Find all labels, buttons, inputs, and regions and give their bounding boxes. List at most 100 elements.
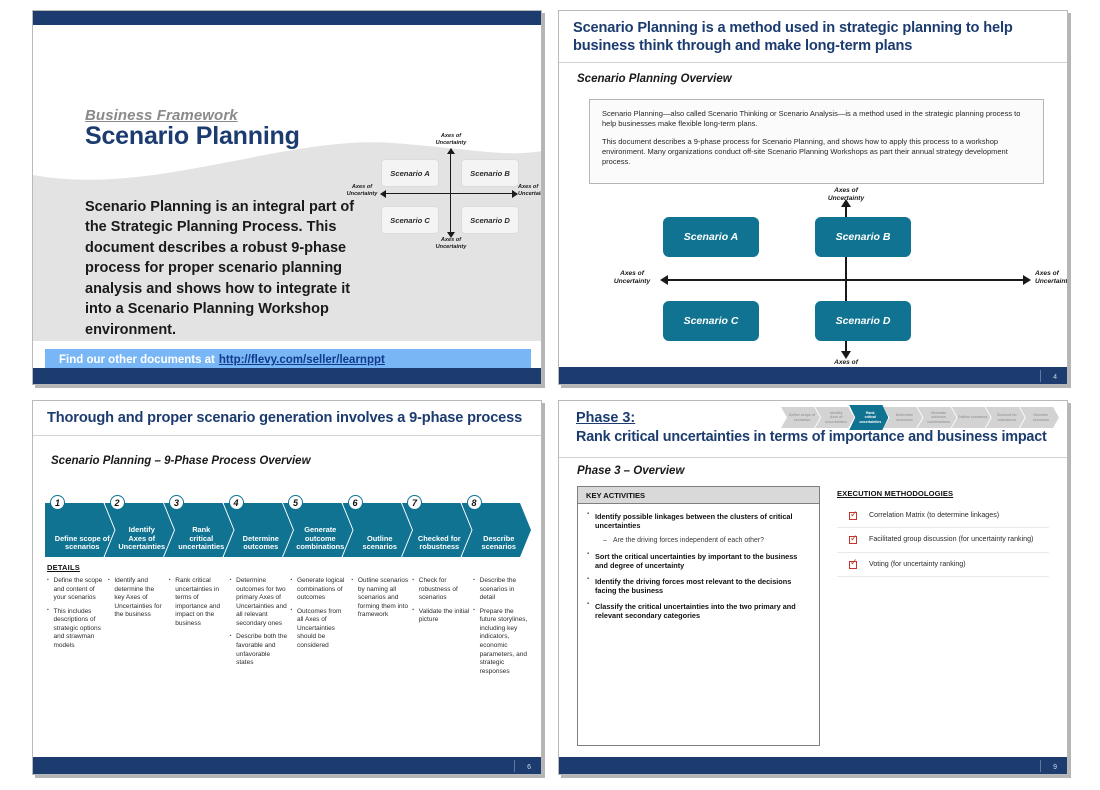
process-phase-label: Rank critical uncertainties	[178, 525, 225, 552]
process-phase-7[interactable]: Checked for robustness	[402, 503, 472, 557]
quadrant-axis-label-bottom: Axes of Uncertainty	[435, 237, 467, 250]
process-phase-1[interactable]: Define scope of scenarios	[45, 503, 115, 557]
mini-chevron-step-2[interactable]: Identify Axes of uncertainties	[815, 407, 854, 428]
process-phase-3[interactable]: Rank critical uncertainties	[164, 503, 234, 557]
process-phase-6[interactable]: Outline scenarios	[343, 503, 413, 557]
execution-methodology-row[interactable]: Facilitated group discussion (for uncert…	[837, 528, 1049, 553]
mini-chevron-step-6[interactable]: Outline scenarios	[952, 407, 991, 428]
process-phase-number-1: 1	[50, 495, 65, 510]
quadrant-box-scenario-c: Scenario C	[663, 301, 759, 341]
page-number: 9	[1053, 764, 1057, 771]
details-column-3: Rank critical uncertainties in terms of …	[169, 576, 227, 747]
quadrant-box-scenario-b: Scenario B	[461, 159, 519, 187]
checkbox-checked-icon[interactable]	[849, 510, 858, 520]
quadrant-box-scenario-d: Scenario D	[815, 301, 911, 341]
quadrant-axis-label-right: Axes of Uncertainty	[1035, 270, 1068, 286]
quadrant-horizontal-axis	[667, 279, 1027, 281]
slide-process-overview[interactable]: Thorough and proper scenario generation …	[32, 400, 542, 775]
quadrant-box-scenario-b: Scenario B	[815, 217, 911, 257]
mini-chevron-label: Define scope of scenarios	[789, 413, 816, 422]
mini-chevron-label: Identify Axes of uncertainties	[825, 411, 848, 424]
details-item: Outline scenarios by naming all scenario…	[351, 577, 409, 620]
title-body-text: Scenario Planning is an integral part of…	[85, 199, 355, 338]
execution-methodology-label: Voting (for uncertainty ranking)	[869, 559, 966, 568]
promo-band-link[interactable]: http://flevy.com/seller/learnppt	[219, 354, 385, 366]
key-activities-box: KEY ACTIVITIES Identify possible linkage…	[577, 486, 820, 746]
page-number: 4	[1053, 374, 1057, 381]
quadrant-horizontal-axis	[385, 193, 517, 195]
details-item: Prepare the future storylines, including…	[473, 607, 531, 677]
overview-bottom-bar: 4	[559, 367, 1067, 384]
slide-title[interactable]: Business Framework Scenario Planning Sce…	[32, 10, 542, 385]
phase3-mini-chevron-bar: Define scope of scenarios Identify Axes o…	[781, 405, 1059, 431]
details-item: Determine outcomes for two primary Axes …	[230, 576, 288, 628]
title-top-bar	[33, 11, 541, 25]
phase3-subheading: Phase 3 – Overview	[577, 465, 685, 477]
mini-chevron-label: Describe scenarios	[1032, 413, 1050, 422]
page-number-divider	[1040, 760, 1041, 772]
details-column-6: Outline scenarios by naming all scenario…	[351, 577, 409, 747]
overview-subheading: Scenario Planning Overview	[577, 73, 732, 85]
details-column-2: Identify and determine the key Axes of U…	[108, 577, 166, 747]
slide-overview[interactable]: Scenario Planning is a method used in st…	[558, 10, 1068, 385]
mini-chevron-step-1[interactable]: Define scope of scenarios	[781, 407, 820, 428]
checkbox-checked-icon[interactable]	[849, 534, 858, 545]
overview-quadrant-diagram: Axes of Uncertainty Axes of Uncertainty …	[599, 187, 1067, 374]
process-phase-number-4: 4	[228, 495, 244, 510]
key-activity-item: Identify the driving forces most relevan…	[587, 576, 810, 596]
phase3-bottom-bar: 9	[559, 757, 1067, 774]
quadrant-box-scenario-a: Scenario A	[663, 217, 759, 257]
process-phase-label: Identify Axes of Uncertainties	[118, 525, 166, 552]
mini-chevron-label: Generate outcome combinations	[927, 411, 950, 424]
quadrant-box-scenario-a: Scenario A	[381, 159, 439, 187]
process-phase-label: Generate outcome combinations	[296, 525, 345, 552]
quadrant-axis-label-left: Axes of Uncertainty	[346, 184, 378, 197]
checkbox-checked-icon[interactable]	[849, 558, 858, 569]
mini-chevron-step-4[interactable]: Determine outcomes	[883, 407, 922, 428]
phase3-phase-label: Phase 3:	[576, 410, 636, 426]
execution-methodology-label: Correlation Matrix (to determine linkage…	[869, 511, 1000, 519]
mini-chevron-label: Determine outcomes	[895, 413, 913, 422]
quadrant-box-scenario-c: Scenario C	[381, 206, 439, 234]
title-quadrant-diagram: Axes of Uncertainty Axes of Uncertainty …	[347, 133, 541, 250]
execution-methodologies-header: EXECUTION METHODOLOGIES	[837, 489, 954, 498]
process-phase-number-7: 7	[407, 495, 422, 510]
overview-paragraph-2: This document describes a 9-phase proces…	[602, 136, 1008, 167]
mini-chevron-step-8[interactable]: Describe scenarios	[1020, 407, 1059, 428]
process-phase-number-2: 2	[109, 495, 125, 510]
slide-phase3[interactable]: Phase 3: Rank critical uncertainties in …	[558, 400, 1068, 775]
details-item: Define the scope and content of your sce…	[47, 577, 105, 603]
details-column-1: Define the scope and content of your sce…	[47, 577, 105, 747]
process-bottom-bar: 6	[33, 757, 541, 774]
arrow-left-icon	[660, 275, 668, 285]
details-label: DETAILS	[47, 563, 80, 572]
overview-paragraph-1: Scenario Planning—also called Scenario T…	[602, 109, 1021, 129]
process-phase-number-8: 8	[466, 495, 482, 510]
details-item: Describe both the favorable and unfavora…	[230, 633, 288, 667]
mini-chevron-step-3[interactable]: Rank critical uncertainties	[849, 405, 888, 430]
mini-chevron-step-5[interactable]: Generate outcome combinations	[918, 407, 957, 428]
process-phase-8[interactable]: Describe scenarios	[462, 503, 532, 557]
execution-methodology-row[interactable]: Correlation Matrix (to determine linkage…	[837, 504, 1049, 529]
execution-methodology-row[interactable]: Voting (for uncertainty ranking)	[837, 553, 1049, 578]
key-activity-item: Classify the critical uncertainties into…	[587, 601, 810, 621]
details-columns: Define the scope and content of your sce…	[47, 576, 531, 747]
key-activity-subitem: Are the driving forces independent of ea…	[603, 537, 810, 546]
key-activities-header: KEY ACTIVITIES	[578, 487, 819, 504]
details-column-7: Check for robustness of scenarios Validat…	[412, 577, 470, 747]
process-phase-4[interactable]: Determine outcomes	[224, 503, 294, 557]
details-item: Rank critical uncertainties in terms of …	[169, 576, 227, 628]
details-item: Outcomes from all Axes of Uncertainties …	[291, 607, 349, 651]
process-phase-label: Describe scenarios	[481, 533, 516, 552]
process-phase-number-5: 5	[288, 495, 303, 510]
process-header: Thorough and proper scenario generation …	[33, 401, 541, 436]
details-item: Identify and determine the key Axes of U…	[108, 577, 166, 620]
mini-chevron-step-7[interactable]: Checked for robustness	[986, 407, 1025, 428]
process-heading: Thorough and proper scenario generation …	[47, 410, 523, 426]
process-phase-2[interactable]: Identify Axes of Uncertainties	[105, 503, 175, 557]
mini-chevron-label: Outline scenarios	[958, 415, 988, 420]
execution-methodology-label: Facilitated group discussion (for uncert…	[869, 535, 1034, 544]
arrow-right-icon	[1023, 275, 1031, 285]
process-phase-label: Outline scenarios	[362, 533, 397, 552]
process-phase-5[interactable]: Generate outcome combinations	[283, 503, 353, 557]
